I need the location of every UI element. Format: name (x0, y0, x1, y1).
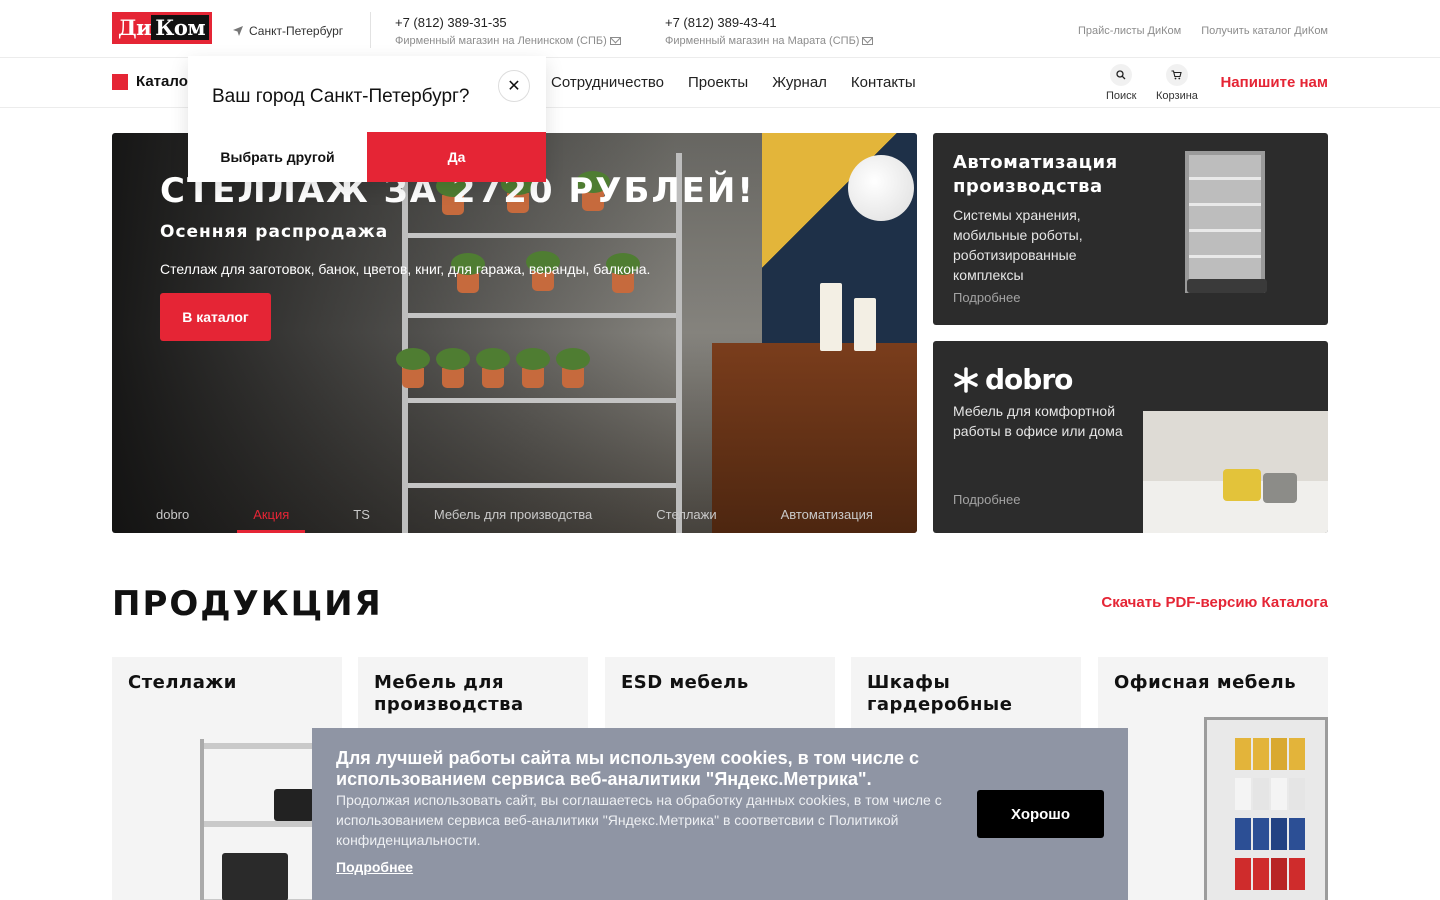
candle (854, 298, 876, 351)
search-icon (1110, 64, 1133, 86)
shop-label: Фирменный магазин на Ленинском (СПБ) (395, 35, 607, 47)
product-title: Офисная мебель (1114, 672, 1297, 693)
dobro-card-more[interactable]: Подробнее (953, 492, 1020, 507)
location-arrow-icon (233, 26, 243, 36)
hero-tab-automation[interactable]: Автоматизация (765, 497, 889, 533)
product-card-office-furniture[interactable]: Офисная мебель (1098, 657, 1328, 900)
product-card-racks[interactable]: Стеллажи (112, 657, 342, 900)
plant (436, 348, 470, 388)
product-title: Шкафы гардеробные (867, 672, 1013, 715)
tool-case-image (274, 789, 314, 821)
hero-tab-sale[interactable]: Акция (237, 497, 306, 533)
shop-label: Фирменный магазин на Марата (СПБ) (665, 35, 860, 47)
product-title: Стеллажи (128, 672, 237, 693)
hero-banner[interactable]: СТЕЛЛАЖ ЗА 2720 РУБЛЕЙ! Осенняя распрода… (112, 133, 917, 533)
hero-tab-production-furniture[interactable]: Мебель для производства (418, 497, 608, 533)
city-selector[interactable]: Санкт-Петербург (232, 24, 343, 38)
nav-item-cooperation[interactable]: Сотрудничество (551, 74, 664, 91)
hero-tab-ts[interactable]: TS (337, 497, 386, 533)
nav-links: Сотрудничество Проекты Журнал Контакты (551, 74, 916, 91)
search-label: Поиск (1106, 90, 1137, 102)
automation-card-title: Автоматизация производства (953, 152, 1118, 197)
hero-subtitle: Осенняя распродажа (160, 222, 389, 242)
dobro-asterisk-icon (954, 366, 978, 393)
plant (556, 348, 590, 388)
get-catalog-link[interactable]: Получить каталог ДиКом (1201, 25, 1328, 37)
top-links: Прайс-листы ДиКом Получить каталог ДиКом (1078, 25, 1328, 37)
plant (516, 348, 550, 388)
to-catalog-button[interactable]: В каталог (160, 293, 271, 341)
automation-card-more[interactable]: Подробнее (953, 290, 1020, 305)
write-us-link[interactable]: Напишите нам (1220, 74, 1328, 91)
office-cabinet-image (1204, 717, 1328, 900)
dobro-card[interactable]: dobro Мебель для комфортной работы в офи… (933, 341, 1328, 533)
phone-number[interactable]: +7 (812) 389-43-41 (665, 15, 873, 30)
robot-rack-image (1185, 151, 1267, 293)
sofa-image (1143, 411, 1328, 533)
cookie-accept-button[interactable]: Хорошо (977, 790, 1104, 838)
top-bar: Ди Ком Санкт-Петербург +7 (812) 389-31-35… (0, 0, 1440, 58)
city-confirm-popup: Ваш город Санкт-Петербург? ✕ Выбрать дру… (188, 56, 546, 182)
automation-card[interactable]: Автоматизация производства Системы хране… (933, 133, 1328, 325)
catalog-square-icon (112, 73, 128, 90)
nav-item-contacts[interactable]: Контакты (851, 74, 916, 91)
hero-tab-dobro[interactable]: dobro (140, 497, 205, 533)
dobro-logo: dobro (953, 363, 1073, 396)
cart-icon (1165, 64, 1188, 86)
logo-text: Ди (118, 15, 152, 40)
hero-lamp (848, 155, 914, 221)
close-icon[interactable]: ✕ (498, 70, 530, 102)
hero-text: Стеллаж для заготовок, банок, цветов, кн… (160, 261, 651, 277)
product-title: ESD мебель (621, 672, 749, 693)
nav-item-projects[interactable]: Проекты (688, 74, 748, 91)
hero-tab-racks[interactable]: Стеллажи (640, 497, 732, 533)
logo-text-2: Ком (151, 15, 210, 40)
cart-button[interactable]: Корзина (1156, 64, 1198, 102)
dobro-logo-text: dobro (985, 363, 1073, 396)
price-lists-link[interactable]: Прайс-листы ДиКом (1078, 25, 1181, 37)
city-label: Санкт-Петербург (249, 24, 344, 38)
dobro-card-desc: Мебель для комфортной работы в офисе или… (953, 403, 1123, 439)
phone-number[interactable]: +7 (812) 389-31-35 (395, 15, 621, 30)
nav-item-journal[interactable]: Журнал (772, 74, 827, 91)
confirm-city-button[interactable]: Да (367, 132, 546, 182)
search-button[interactable]: Поиск (1106, 64, 1136, 102)
cookie-more-link[interactable]: Подробнее (336, 859, 413, 875)
mail-icon[interactable] (609, 37, 621, 45)
product-title: Мебель для производства (374, 672, 524, 715)
plant (396, 348, 430, 388)
catalog-button[interactable]: Катало (112, 73, 188, 90)
choose-other-city-button[interactable]: Выбрать другой (188, 132, 367, 182)
hero-tabs: dobro Акция TS Мебель для производства С… (112, 497, 917, 533)
logo[interactable]: Ди Ком (112, 12, 212, 44)
cookie-banner: Для лучшей работы сайта мы используем co… (312, 728, 1128, 900)
cookie-title: Для лучшей работы сайта мы используем co… (336, 748, 920, 789)
phone-block-2: +7 (812) 389-43-41 Фирменный магазин на … (665, 15, 874, 47)
cookie-description: Продолжая использовать сайт, вы соглашае… (336, 792, 942, 848)
phone-block-1: +7 (812) 389-31-35 Фирменный магазин на … (395, 15, 621, 47)
products-title: ПРОДУКЦИЯ (112, 584, 383, 624)
download-pdf-link[interactable]: Скачать PDF-версию Каталога (1101, 594, 1328, 611)
divider (370, 12, 371, 48)
automation-card-desc: Системы хранения, мобильные роботы, робо… (953, 207, 1083, 283)
plant (476, 348, 510, 388)
mail-icon[interactable] (862, 37, 874, 45)
tool-case-image (222, 853, 288, 900)
city-question: Ваш город Санкт-Петербург? (212, 86, 470, 107)
candle (820, 283, 842, 351)
cart-label: Корзина (1156, 90, 1198, 102)
catalog-label: Катало (136, 73, 188, 90)
